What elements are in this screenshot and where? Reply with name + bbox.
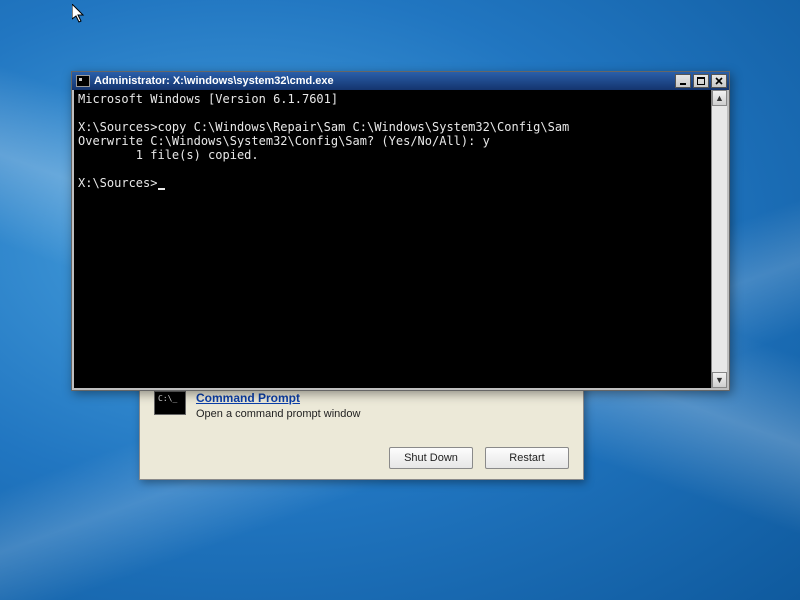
window-title: Administrator: X:\windows\system32\cmd.e…	[94, 75, 671, 87]
command-prompt-option[interactable]: Command Prompt Open a command prompt win…	[154, 391, 569, 420]
close-button[interactable]	[711, 74, 727, 88]
cmd-title-icon	[76, 75, 90, 87]
command-prompt-window: Administrator: X:\windows\system32\cmd.e…	[71, 71, 730, 391]
command-prompt-icon	[154, 391, 186, 415]
scroll-track[interactable]	[712, 106, 727, 372]
titlebar[interactable]: Administrator: X:\windows\system32\cmd.e…	[72, 72, 729, 90]
scroll-down-button[interactable]: ▼	[712, 372, 727, 388]
vertical-scrollbar[interactable]: ▲ ▼	[711, 90, 727, 388]
scroll-up-button[interactable]: ▲	[712, 90, 727, 106]
restart-button[interactable]: Restart	[485, 447, 569, 469]
command-prompt-link[interactable]: Command Prompt	[196, 391, 360, 405]
shut-down-button[interactable]: Shut Down	[389, 447, 473, 469]
minimize-button[interactable]	[675, 74, 691, 88]
terminal-output[interactable]: Microsoft Windows [Version 6.1.7601] X:\…	[74, 90, 711, 388]
command-prompt-description: Open a command prompt window	[196, 408, 360, 420]
maximize-button[interactable]	[693, 74, 709, 88]
